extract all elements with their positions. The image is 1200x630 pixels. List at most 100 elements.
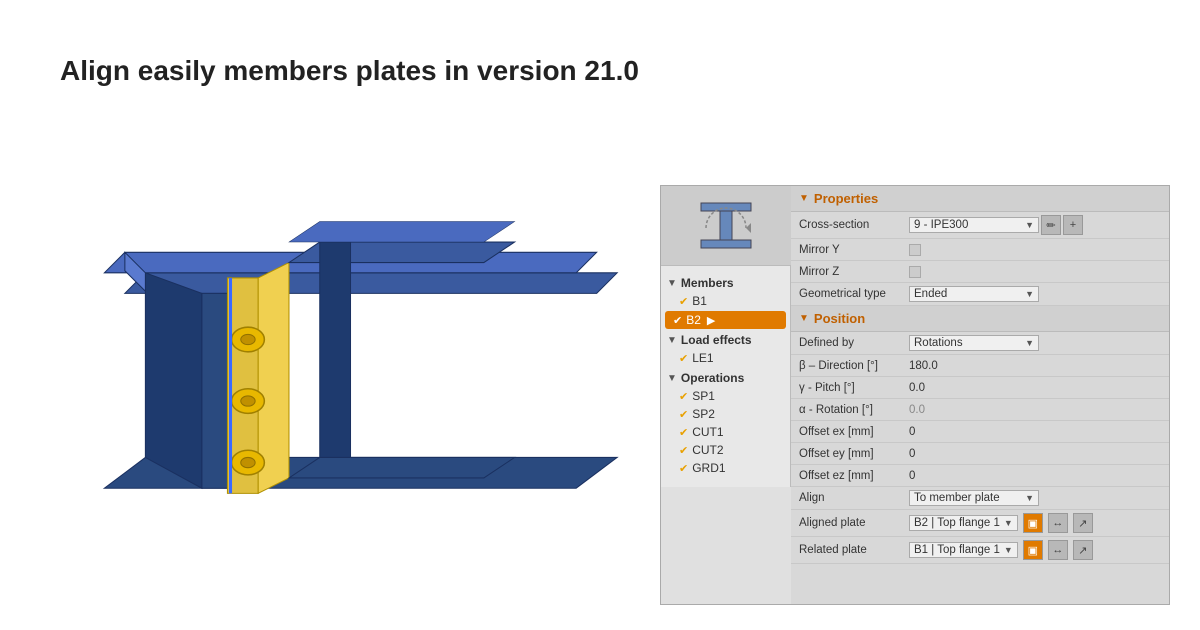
load-effects-arrow: ▼: [667, 335, 677, 346]
members-label: Members: [681, 276, 734, 290]
defined-by-select[interactable]: Rotations ▼: [909, 335, 1039, 351]
grd1-item[interactable]: ✔ GRD1: [661, 459, 790, 477]
le1-label: LE1: [692, 351, 713, 365]
offset-ey-row: Offset ey [mm] 0: [791, 443, 1169, 465]
members-arrow: ▼: [667, 278, 677, 289]
le1-item[interactable]: ✔ LE1: [661, 349, 790, 367]
cross-section-select-group: 9 - IPE300 ▼ ✏ +: [909, 215, 1161, 235]
aligned-plate-btn2[interactable]: ↔: [1048, 513, 1068, 533]
align-row: Align To member plate ▼: [791, 487, 1169, 510]
rotation-value: 0.0: [909, 404, 1161, 416]
offset-ez-value: 0: [909, 470, 1161, 482]
rotation-label: α - Rotation [°]: [799, 404, 909, 416]
left-column: ▼ Members ✔ B1 ✔ B2 ▶ ▼ Load effects: [661, 186, 791, 604]
mirror-z-checkbox[interactable]: [909, 266, 921, 278]
aligned-plate-row: Aligned plate B2 | Top flange 1 ▼ ▣ ↔ ↗: [791, 510, 1169, 537]
members-header: ▼ Members: [661, 274, 790, 292]
related-plate-select[interactable]: B1 | Top flange 1 ▼: [909, 542, 1018, 558]
b2-arrow: ▶: [707, 314, 715, 327]
cut2-label: CUT2: [692, 443, 723, 457]
defined-by-label: Defined by: [799, 337, 909, 349]
b2-label: B2: [686, 313, 701, 327]
mirror-y-row: Mirror Y: [791, 239, 1169, 261]
position-triangle: ▼: [799, 313, 809, 324]
offset-ez-row: Offset ez [mm] 0: [791, 465, 1169, 487]
defined-by-arrow: ▼: [1025, 338, 1034, 348]
mirror-y-label: Mirror Y: [799, 244, 909, 256]
defined-by-row: Defined by Rotations ▼: [791, 332, 1169, 355]
aligned-plate-value: B2 | Top flange 1: [914, 517, 1000, 529]
cross-section-label: Cross-section: [799, 219, 909, 231]
align-arrow: ▼: [1025, 493, 1034, 503]
related-plate-btn3[interactable]: ↗: [1073, 540, 1093, 560]
operations-label: Operations: [681, 371, 744, 385]
b1-label: B1: [692, 294, 707, 308]
related-plate-btn2[interactable]: ↔: [1048, 540, 1068, 560]
load-effects-header: ▼ Load effects: [661, 331, 790, 349]
aligned-plate-label: Aligned plate: [799, 517, 909, 529]
cross-section-add-btn[interactable]: +: [1063, 215, 1083, 235]
cut2-item[interactable]: ✔ CUT2: [661, 441, 790, 459]
align-value: To member plate: [914, 492, 1000, 504]
related-plate-row: Related plate B1 | Top flange 1 ▼ ▣ ↔ ↗: [791, 537, 1169, 564]
offset-ey-label: Offset ey [mm]: [799, 448, 909, 460]
cut1-item[interactable]: ✔ CUT1: [661, 423, 790, 441]
grd1-label: GRD1: [692, 461, 725, 475]
sp1-check: ✔: [679, 390, 688, 403]
related-plate-controls: B1 | Top flange 1 ▼ ▣ ↔ ↗: [909, 540, 1093, 560]
sp2-item[interactable]: ✔ SP2: [661, 405, 790, 423]
geometrical-type-select[interactable]: Ended ▼: [909, 286, 1039, 302]
cross-section-value: 9 - IPE300: [914, 219, 968, 231]
cross-section-edit-btn[interactable]: ✏: [1041, 215, 1061, 235]
b2-item[interactable]: ✔ B2 ▶: [665, 311, 786, 329]
defined-by-value: Rotations: [914, 337, 963, 349]
aligned-plate-select[interactable]: B2 | Top flange 1 ▼: [909, 515, 1018, 531]
operations-header: ▼ Operations: [661, 369, 790, 387]
member-preview: [661, 186, 791, 266]
geometrical-type-value: Ended: [914, 288, 947, 300]
related-plate-btn1[interactable]: ▣: [1023, 540, 1043, 560]
b1-item[interactable]: ✔ B1: [661, 292, 790, 310]
pitch-value: 0.0: [909, 382, 1161, 394]
properties-section-header: ▼ Properties: [791, 186, 1169, 212]
direction-value: 180.0: [909, 360, 1161, 372]
grd1-check: ✔: [679, 462, 688, 475]
sp1-item[interactable]: ✔ SP1: [661, 387, 790, 405]
offset-ex-value: 0: [909, 426, 1161, 438]
related-plate-arrow: ▼: [1004, 545, 1013, 555]
cut1-label: CUT1: [692, 425, 723, 439]
pitch-row: γ - Pitch [°] 0.0: [791, 377, 1169, 399]
sp2-label: SP2: [692, 407, 715, 421]
rotation-row: α - Rotation [°] 0.0: [791, 399, 1169, 421]
load-effects-label: Load effects: [681, 333, 752, 347]
members-section: ▼ Members ✔ B1 ✔ B2 ▶: [661, 274, 790, 329]
properties-triangle: ▼: [799, 193, 809, 204]
cut1-check: ✔: [679, 426, 688, 439]
mirror-z-label: Mirror Z: [799, 266, 909, 278]
offset-ex-row: Offset ex [mm] 0: [791, 421, 1169, 443]
tree-panel: ▼ Members ✔ B1 ✔ B2 ▶ ▼ Load effects: [661, 266, 791, 487]
b2-check: ✔: [673, 314, 682, 327]
page-title: Align easily members plates in version 2…: [60, 55, 639, 87]
align-select[interactable]: To member plate ▼: [909, 490, 1039, 506]
aligned-plate-arrow: ▼: [1004, 518, 1013, 528]
properties-section-label: Properties: [814, 191, 878, 206]
position-section-label: Position: [814, 311, 865, 326]
align-label: Align: [799, 492, 909, 504]
properties-content: ▼ Properties Cross-section 9 - IPE300 ▼ …: [791, 186, 1169, 604]
aligned-plate-btn3[interactable]: ↗: [1073, 513, 1093, 533]
cross-section-select[interactable]: 9 - IPE300 ▼: [909, 217, 1039, 233]
offset-ex-label: Offset ex [mm]: [799, 426, 909, 438]
pitch-label: γ - Pitch [°]: [799, 382, 909, 394]
cross-section-row: Cross-section 9 - IPE300 ▼ ✏ +: [791, 212, 1169, 239]
properties-panel: ▼ Members ✔ B1 ✔ B2 ▶ ▼ Load effects: [660, 185, 1170, 605]
geometrical-type-label: Geometrical type: [799, 288, 909, 300]
aligned-plate-btn1[interactable]: ▣: [1023, 513, 1043, 533]
related-plate-label: Related plate: [799, 544, 909, 556]
sp1-label: SP1: [692, 389, 715, 403]
operations-arrow: ▼: [667, 373, 677, 384]
offset-ez-label: Offset ez [mm]: [799, 470, 909, 482]
direction-row: β – Direction [°] 180.0: [791, 355, 1169, 377]
related-plate-value: B1 | Top flange 1: [914, 544, 1000, 556]
mirror-y-checkbox[interactable]: [909, 244, 921, 256]
